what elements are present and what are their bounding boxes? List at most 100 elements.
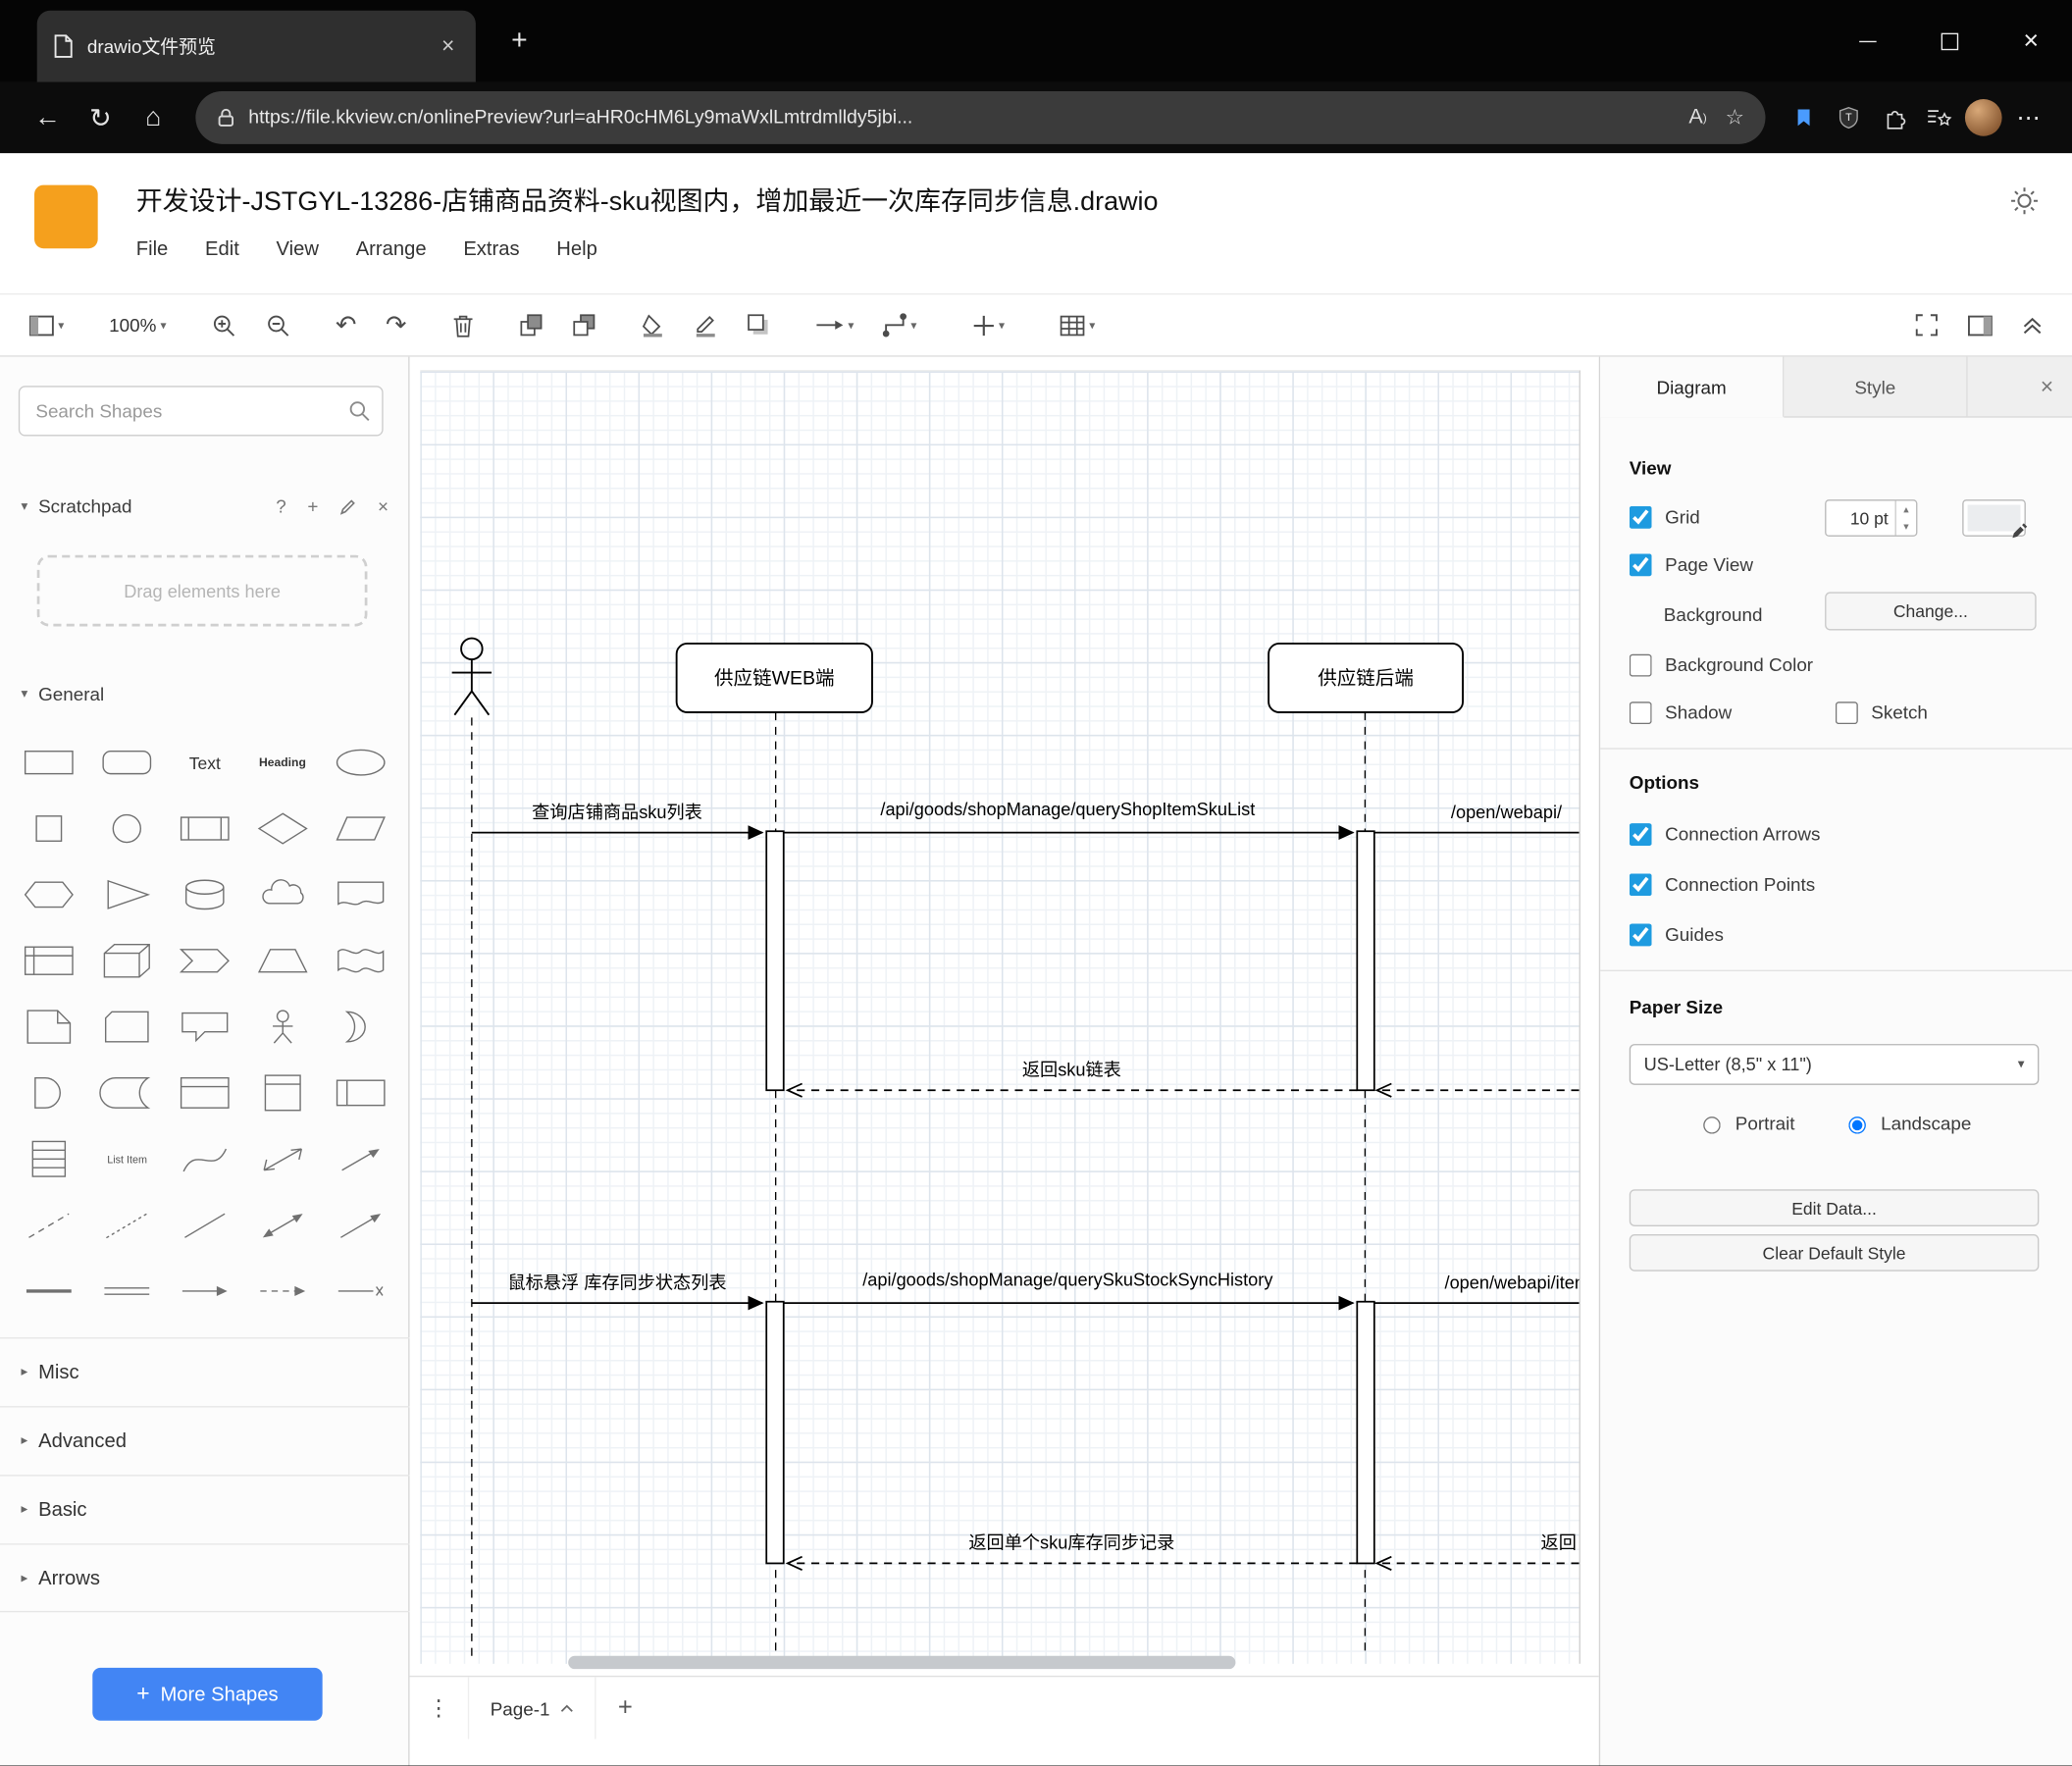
message-label-open-webapi-1[interactable]: /open/webapi/ <box>1451 803 1563 822</box>
waypoints-button[interactable]: ▾ <box>878 305 922 344</box>
shape-bidirectional-diagonal[interactable] <box>243 1192 321 1258</box>
lifeline-web-label[interactable]: 供应链WEB端 <box>714 668 835 690</box>
search-icon[interactable] <box>349 400 371 422</box>
redo-button[interactable]: ↷ <box>381 305 412 344</box>
section-basic[interactable]: ▸ Basic <box>0 1475 410 1543</box>
shape-dashed-arrow[interactable] <box>243 1258 321 1324</box>
format-close-icon[interactable]: × <box>2041 374 2053 400</box>
return-label-partial[interactable]: 返回 <box>1541 1533 1577 1553</box>
tab-close-icon[interactable]: × <box>437 33 460 60</box>
actor-figure[interactable] <box>451 637 492 716</box>
stepper-down-icon[interactable]: ▾ <box>1896 518 1916 536</box>
more-shapes-button[interactable]: + More Shapes <box>92 1667 323 1721</box>
lifeline-backend-label[interactable]: 供应链后端 <box>1318 668 1414 690</box>
to-front-button[interactable] <box>514 305 548 344</box>
page-view-checkbox[interactable] <box>1629 552 1652 576</box>
activation-bar-web-1[interactable] <box>765 830 785 1092</box>
section-misc[interactable]: ▸ Misc <box>0 1337 410 1406</box>
edit-data-button[interactable]: Edit Data... <box>1629 1189 2040 1226</box>
zoom-out-button[interactable] <box>260 305 295 344</box>
paper-size-select[interactable]: US-Letter (8,5" x 11") ▾ <box>1629 1044 2040 1085</box>
shape-cross-arrow[interactable] <box>322 1258 399 1324</box>
browser-menu-icon[interactable]: ⋯ <box>2006 91 2051 144</box>
shape-line[interactable] <box>166 1192 243 1258</box>
menu-arrange[interactable]: Arrange <box>356 237 427 260</box>
shape-curve[interactable] <box>166 1126 243 1192</box>
menu-extras[interactable]: Extras <box>463 237 519 260</box>
section-arrows[interactable]: ▸ Arrows <box>0 1543 410 1613</box>
url-text[interactable]: https://file.kkview.cn/onlinePreview?url… <box>248 107 1670 129</box>
section-advanced[interactable]: ▸ Advanced <box>0 1406 410 1475</box>
shape-diamond[interactable] <box>243 796 321 861</box>
connection-style-button[interactable]: ▾ <box>809 305 859 344</box>
shape-hexagon[interactable] <box>11 861 88 927</box>
shape-cube[interactable] <box>88 928 166 994</box>
activation-bar-backend-1[interactable] <box>1356 830 1375 1092</box>
shape-dotted-line[interactable] <box>88 1192 166 1258</box>
shape-container[interactable] <box>166 1060 243 1125</box>
return-label-sku-list[interactable]: 返回sku链表 <box>1022 1060 1121 1079</box>
zoom-in-button[interactable] <box>206 305 241 344</box>
scratchpad-edit-icon[interactable] <box>339 497 357 515</box>
shape-callout[interactable] <box>166 994 243 1060</box>
landscape-option[interactable]: Landscape <box>1842 1113 1971 1134</box>
shape-ellipse[interactable] <box>322 730 399 796</box>
shape-tape[interactable] <box>322 928 399 994</box>
shape-list-item[interactable]: List Item <box>88 1126 166 1192</box>
delete-button[interactable] <box>446 305 480 344</box>
menu-help[interactable]: Help <box>556 237 597 260</box>
scratchpad-add-icon[interactable]: + <box>307 495 318 517</box>
bookmark-ribbon-icon[interactable] <box>1782 91 1827 144</box>
shape-step[interactable] <box>166 928 243 994</box>
shape-internal-storage[interactable] <box>11 928 88 994</box>
shape-arrow[interactable] <box>322 1126 399 1192</box>
shape-triangle[interactable] <box>88 861 166 927</box>
portrait-radio[interactable] <box>1703 1117 1721 1134</box>
collapse-toolbar-button[interactable] <box>2016 305 2047 344</box>
stepper-up-icon[interactable]: ▴ <box>1896 500 1916 518</box>
shape-trapezoid[interactable] <box>243 928 321 994</box>
shape-and[interactable] <box>11 1060 88 1125</box>
scratchpad-help-icon[interactable]: ? <box>276 495 286 517</box>
home-icon[interactable]: ⌂ <box>127 91 180 144</box>
shape-text[interactable]: Text <box>166 730 243 796</box>
new-tab-button[interactable]: + <box>499 22 539 61</box>
browser-tab[interactable]: drawio文件预览 × <box>36 10 476 82</box>
line-color-button[interactable] <box>688 305 722 344</box>
pages-view-button[interactable]: ▾ <box>24 305 70 344</box>
horizontal-scrollbar[interactable] <box>420 1654 1579 1670</box>
add-page-button[interactable]: + <box>596 1693 654 1723</box>
return-label-single-sku[interactable]: 返回单个sku库存同步记录 <box>968 1533 1174 1553</box>
shadow-button[interactable] <box>741 305 775 344</box>
shape-or[interactable] <box>322 994 399 1060</box>
activation-bar-backend-2[interactable] <box>1356 1300 1375 1565</box>
menu-file[interactable]: File <box>136 237 169 260</box>
clear-default-style-button[interactable]: Clear Default Style <box>1629 1234 2040 1272</box>
page-tab[interactable]: Page-1 <box>467 1677 596 1740</box>
tab-diagram[interactable]: Diagram <box>1600 356 1785 418</box>
shape-square[interactable] <box>11 796 88 861</box>
minimize-button[interactable] <box>1826 0 1908 82</box>
menu-edit[interactable]: Edit <box>205 237 239 260</box>
fullscreen-button[interactable] <box>1909 305 1943 344</box>
diagram-page[interactable]: 供应链WEB端 供应链后端 查询店铺商品sku列表 /api/goods/sho… <box>420 370 1580 1664</box>
back-icon[interactable]: ← <box>22 91 75 144</box>
scratchpad-close-icon[interactable]: × <box>378 495 388 517</box>
theme-toggle-sun-icon[interactable] <box>2006 182 2044 220</box>
shape-simple-arrow[interactable] <box>166 1258 243 1324</box>
shield-extension-icon[interactable]: T <box>1826 91 1871 144</box>
read-aloud-icon[interactable]: A) <box>1688 106 1706 130</box>
shape-heading[interactable]: Heading <box>243 730 321 796</box>
shape-rounded-rectangle[interactable] <box>88 730 166 796</box>
shadow-checkbox[interactable] <box>1629 701 1652 724</box>
grid-color-button[interactable] <box>1962 499 2028 539</box>
guides-checkbox[interactable] <box>1629 922 1652 946</box>
shape-link[interactable] <box>88 1258 166 1324</box>
connection-arrows-checkbox[interactable] <box>1629 822 1652 846</box>
favorites-hub-icon[interactable] <box>1916 91 1961 144</box>
scratchpad-header[interactable]: ▾ Scratchpad ? + × <box>0 484 410 529</box>
shape-divider[interactable] <box>11 1258 88 1324</box>
landscape-radio[interactable] <box>1848 1117 1867 1134</box>
grid-size-stepper[interactable]: ▴ ▾ <box>1894 500 1917 536</box>
grid-size-input[interactable]: 10 pt ▴ ▾ <box>1825 499 1918 537</box>
